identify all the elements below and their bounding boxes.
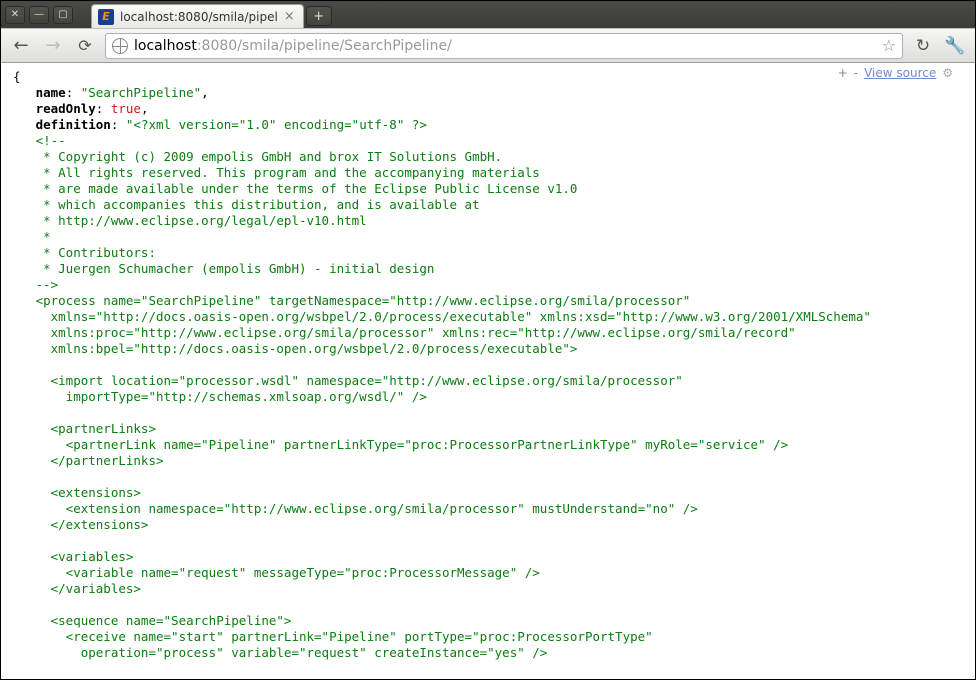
tab-close-icon[interactable]: ×: [284, 9, 295, 24]
url-host: localhost: [134, 38, 197, 54]
url-path: :8080/smila/pipeline/SearchPipeline/: [197, 38, 452, 54]
window-minimize-button[interactable]: —: [29, 6, 49, 24]
url-text: localhost:8080/smila/pipeline/SearchPipe…: [134, 38, 452, 54]
bookmark-star-icon[interactable]: ☆: [882, 36, 896, 55]
collapse-all-button[interactable]: -: [854, 66, 858, 80]
globe-icon: [112, 38, 128, 54]
view-source-link[interactable]: View source: [864, 66, 936, 80]
browser-window: ✕ — ▢ E localhost:8080/smila/pipel × + ←…: [0, 0, 976, 680]
window-maximize-button[interactable]: ▢: [53, 6, 73, 24]
json-body: { name: "SearchPipeline", readOnly: true…: [1, 63, 975, 679]
extension-icon[interactable]: ↻: [911, 36, 935, 56]
new-tab-button[interactable]: +: [306, 6, 332, 26]
address-bar[interactable]: localhost:8080/smila/pipeline/SearchPipe…: [105, 33, 903, 59]
wrench-menu-icon[interactable]: 🔧: [943, 36, 967, 56]
window-controls: ✕ — ▢: [1, 1, 91, 28]
browser-tab[interactable]: E localhost:8080/smila/pipel ×: [91, 4, 304, 28]
window-header: ✕ — ▢ E localhost:8080/smila/pipel × +: [1, 1, 975, 28]
json-settings-icon[interactable]: ⚙: [942, 66, 953, 80]
page-content[interactable]: + - View source ⚙ { name: "SearchPipelin…: [1, 63, 975, 679]
json-viewer-toolbar: + - View source ⚙: [834, 65, 957, 81]
reload-button[interactable]: ⟳: [73, 34, 97, 58]
forward-button: →: [41, 34, 65, 58]
tab-title: localhost:8080/smila/pipel: [120, 10, 278, 24]
tab-favicon: E: [98, 9, 114, 25]
back-button[interactable]: ←: [9, 34, 33, 58]
expand-all-button[interactable]: +: [838, 66, 848, 80]
browser-toolbar: ← → ⟳ localhost:8080/smila/pipeline/Sear…: [1, 28, 975, 63]
window-close-button[interactable]: ✕: [5, 6, 25, 24]
